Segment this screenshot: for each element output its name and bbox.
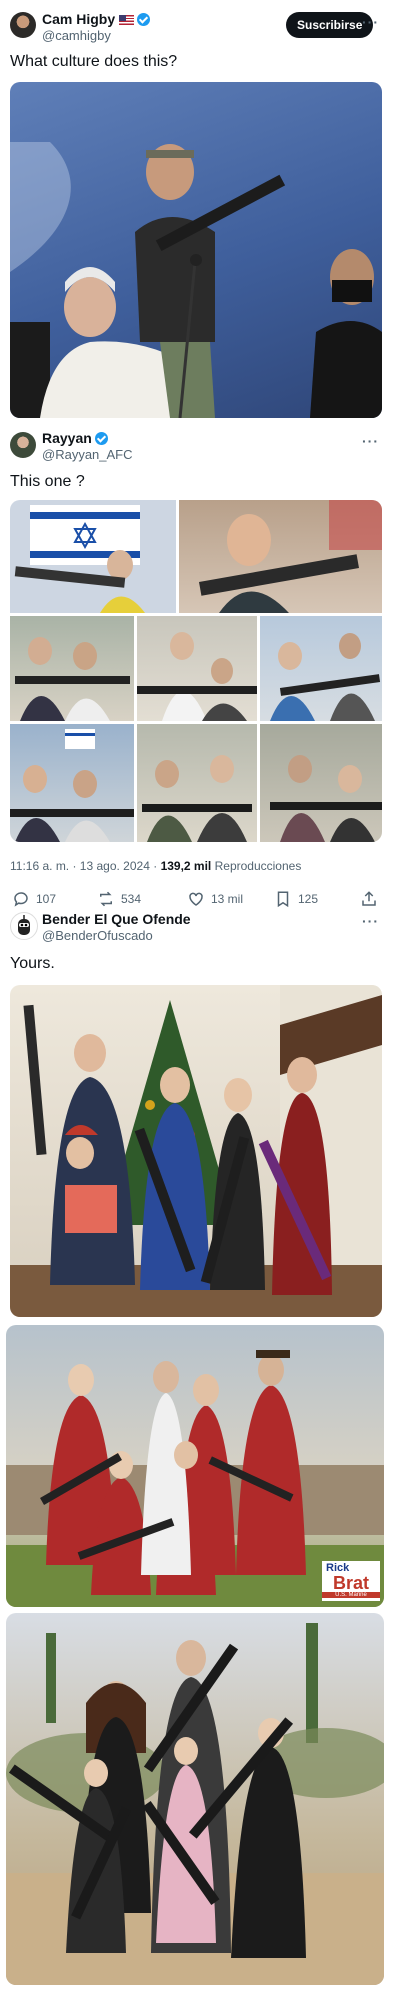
tweet-text: What culture does this?: [10, 53, 178, 70]
photo-illustration: [10, 142, 382, 418]
author-name-text[interactable]: Cam Higby: [42, 11, 115, 27]
repost-button[interactable]: 534: [97, 890, 141, 908]
subscribe-button[interactable]: Suscribirse: [286, 12, 374, 38]
author-name-text[interactable]: Rayyan: [42, 430, 92, 446]
views-count: 139,2 mil: [160, 859, 212, 873]
watermark-logo: Rick Brat U.S. Marine: [322, 1561, 380, 1601]
tweet-photo-3[interactable]: [6, 1613, 384, 1985]
verified-badge-icon: [137, 13, 151, 26]
tweet-photo-1[interactable]: [10, 985, 382, 1317]
repost-icon: [97, 890, 115, 908]
bookmark-icon: [274, 890, 292, 908]
repost-count: 534: [121, 892, 142, 906]
bookmark-count: 125: [298, 892, 319, 906]
group-photo-illustration: [270, 755, 382, 842]
tweet-text: This one ?: [10, 473, 85, 490]
tweet-metadata: 11:16 a. m. · 13 ago. 2024 · 139,2 mil R…: [10, 859, 301, 873]
collage-photo-8[interactable]: [260, 724, 382, 842]
child-with-rifle-illustration: [198, 500, 382, 613]
tweet-timestamp[interactable]: 11:16 a. m. · 13 ago. 2024 ·: [10, 859, 157, 873]
views-label: Reproducciones: [214, 859, 302, 873]
avatar-bender[interactable]: [10, 912, 38, 940]
robot-avatar-icon: [18, 915, 30, 935]
tweet-photo-2[interactable]: Rick Brat U.S. Marine: [6, 1325, 384, 1607]
share-icon: [360, 890, 378, 908]
tweet-photo[interactable]: [10, 82, 382, 418]
collage-photo-5[interactable]: [260, 616, 382, 721]
avatar-rayyan[interactable]: [10, 432, 36, 458]
heart-icon: [187, 890, 205, 908]
us-flag-icon: [119, 15, 135, 25]
group-photo-illustration: [15, 637, 130, 721]
group-photo-illustration: [270, 633, 381, 721]
collage-photo-3[interactable]: [10, 616, 134, 721]
verified-badge-icon: [94, 432, 108, 445]
author-handle[interactable]: @camhigby: [42, 28, 111, 43]
tweet-text: Yours.: [10, 955, 55, 972]
christmas-family-illustration: [10, 985, 382, 1317]
watermark-subtitle-text: U.S. Marine: [322, 1592, 380, 1598]
collage-photo-7[interactable]: [137, 724, 257, 842]
author-name[interactable]: Rayyan: [42, 430, 108, 446]
group-photo-illustration: [10, 729, 134, 842]
group-photo-illustration: [137, 632, 257, 721]
bookmark-button[interactable]: 125: [274, 890, 318, 908]
more-options-button[interactable]: ···: [362, 433, 379, 449]
reply-count: 107: [36, 892, 57, 906]
collage-photo-4[interactable]: [137, 616, 257, 721]
collage-photo-6[interactable]: [10, 724, 134, 842]
share-button[interactable]: [360, 890, 378, 908]
reply-icon: [12, 890, 30, 908]
watermark-brand-text: Brat: [332, 1573, 369, 1593]
like-count: 13 mil: [211, 892, 244, 906]
collage-photo-2[interactable]: [179, 500, 382, 613]
author-handle[interactable]: @BenderOfuscado: [42, 928, 153, 943]
more-options-button[interactable]: ···: [362, 14, 379, 30]
group-photo-illustration: [142, 755, 252, 842]
author-name[interactable]: Cam Higby: [42, 11, 151, 27]
author-name[interactable]: Bender El Que Ofende: [42, 911, 191, 927]
more-options-button[interactable]: ···: [362, 913, 379, 929]
collage-photo-1[interactable]: [10, 500, 176, 613]
tweet-photo-collage[interactable]: [10, 500, 382, 842]
desert-family-illustration: [6, 1623, 384, 1985]
reply-button[interactable]: 107: [12, 890, 56, 908]
like-button[interactable]: 13 mil: [187, 890, 243, 908]
israeli-flag-illustration: [14, 505, 145, 613]
avatar-camhigby[interactable]: [10, 12, 36, 38]
author-handle[interactable]: @Rayyan_AFC: [42, 447, 133, 462]
